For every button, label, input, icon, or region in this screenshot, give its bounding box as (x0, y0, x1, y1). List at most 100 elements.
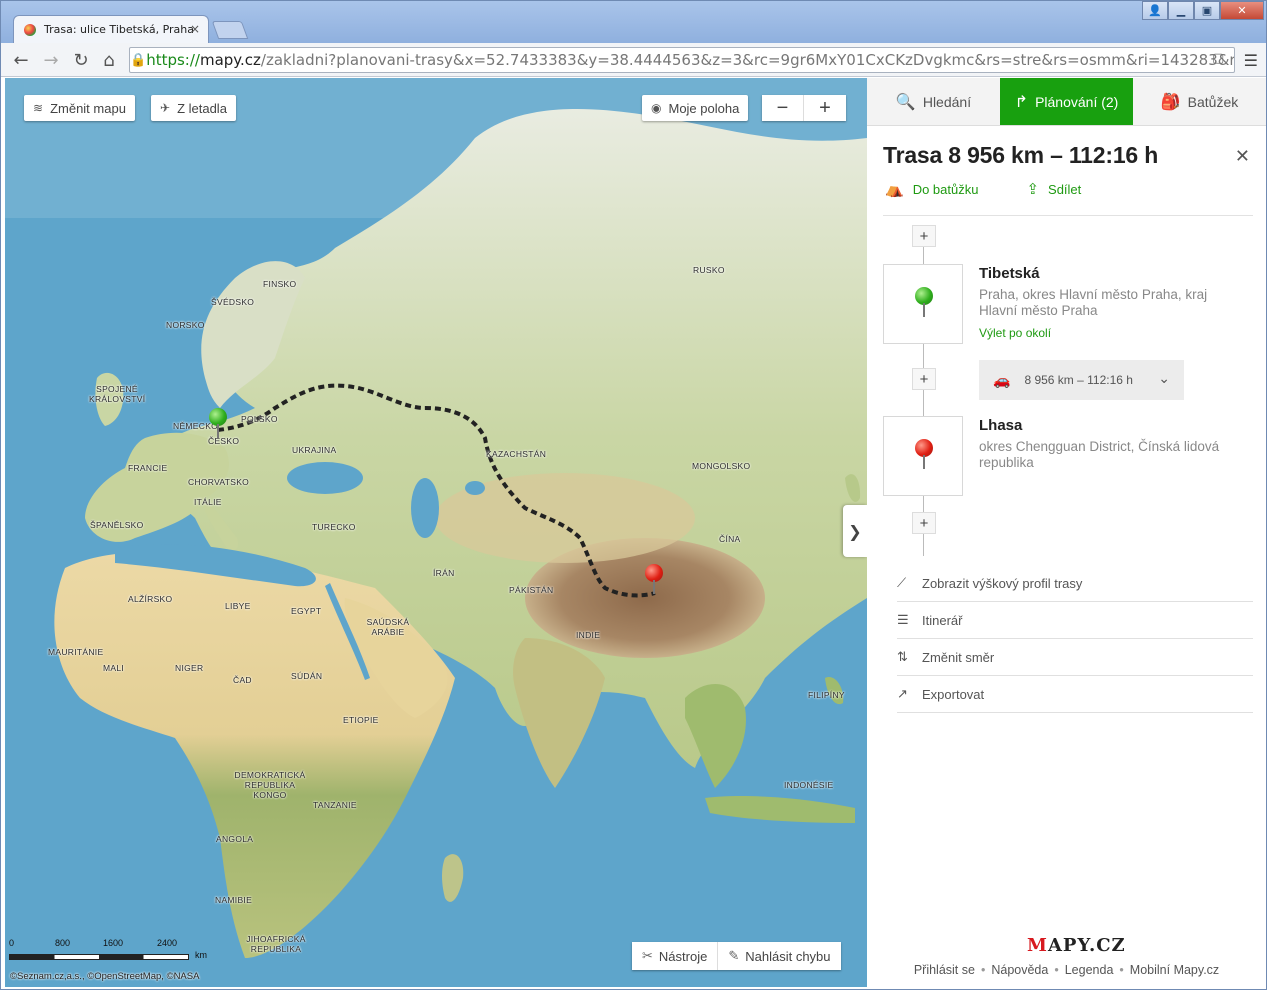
panel-tabs: 🔍 Hledání ↱ Plánování (2) 🎒 Batůžek (867, 78, 1266, 126)
side-panel: 🔍 Hledání ↱ Plánování (2) 🎒 Batůžek Tras… (867, 78, 1266, 987)
map-label: SÚDÁN (291, 671, 323, 681)
map-canvas[interactable] (5, 78, 867, 987)
tab-backpack[interactable]: 🎒 Batůžek (1133, 78, 1266, 125)
aerial-label: Z letadla (177, 100, 227, 116)
change-map-button[interactable]: ≋ Změnit mapu (24, 95, 135, 121)
map-label: INDIE (576, 630, 601, 640)
end-name: Lhasa (979, 417, 1023, 434)
car-icon: 🚗 (993, 371, 1011, 388)
tools-label: Nástroje (658, 948, 708, 964)
window-controls: 👤 ▁ ▣ ✕ (1142, 1, 1264, 21)
new-tab-button[interactable] (211, 21, 249, 39)
map-view[interactable]: RUSKO FINSKO ŠVÉDSKO NORSKO SPOJENÉ KRÁL… (5, 78, 867, 987)
share-button[interactable]: ⇪ Sdílet (1026, 180, 1081, 198)
map-label: ANGOLA (216, 834, 254, 844)
browser-tab[interactable]: Trasa: ulice Tibetská, Praha × (13, 15, 209, 43)
start-address: Praha, okres Hlavní město Praha, kraj Hl… (979, 287, 1208, 318)
map-end-pin-icon[interactable] (645, 564, 663, 598)
map-label: SPOJENÉ KRÁLOVSTVÍ (89, 384, 146, 404)
report-label: Nahlásit chybu (745, 948, 831, 964)
close-icon[interactable]: ✕ (1235, 146, 1250, 167)
route-actions: ⛺ Do batůžku ⇪ Sdílet (885, 180, 1129, 198)
tab-planning[interactable]: ↱ Plánování (2) (1000, 78, 1133, 125)
mobile-app-link[interactable]: Mobilní Mapy.cz (1130, 963, 1219, 977)
my-location-button[interactable]: ◉ Moje poloha (642, 95, 749, 121)
browser-window: Trasa: ulice Tibetská, Praha × 👤 ▁ ▣ ✕ ←… (0, 0, 1267, 990)
add-waypoint-button[interactable]: + (912, 368, 936, 390)
scale-bar-graphic (9, 954, 189, 960)
zoom-in-button[interactable]: + (804, 95, 846, 121)
add-to-backpack-button[interactable]: ⛺ Do batůžku (885, 180, 978, 198)
trip-link[interactable]: Výlet po okolí (979, 326, 1051, 340)
legend-link[interactable]: Legenda (1065, 963, 1114, 977)
add-waypoint-button[interactable]: + (912, 512, 936, 534)
export-icon: ↗ (897, 686, 908, 701)
map-label: NAMIBIE (215, 895, 253, 905)
chevron-down-icon[interactable]: ⌄ (1158, 370, 1170, 387)
map-label: MALI (103, 663, 125, 673)
menu-elevation-profile[interactable]: ⟋ Zobrazit výškový profil trasy (897, 565, 1253, 602)
maximize-button[interactable]: ▣ (1194, 1, 1220, 20)
end-point-box[interactable] (883, 416, 963, 496)
map-label: NORSKO (166, 320, 205, 330)
map-label: EGYPT (291, 606, 322, 616)
backpack-icon: 🎒 (1160, 93, 1181, 111)
menu-label: Itinerář (922, 612, 963, 628)
minimize-button[interactable]: ▁ (1168, 1, 1194, 20)
map-label: FINSKO (263, 279, 297, 289)
menu-reverse[interactable]: ⇅ Změnit směr (897, 639, 1253, 676)
reverse-icon: ⇅ (897, 649, 908, 664)
map-label: RUSKO (693, 265, 725, 275)
backpack-icon: ⛺ (885, 181, 904, 198)
tab-close-icon[interactable]: × (190, 22, 200, 36)
mapy-logo[interactable]: MAPY.CZ (1027, 935, 1126, 956)
browser-menu-icon[interactable]: ☰ (1244, 51, 1258, 70)
menu-export[interactable]: ↗ Exportovat (897, 676, 1253, 713)
segment-summary: 8 956 km – 112:16 h (1024, 373, 1133, 387)
close-window-button[interactable]: ✕ (1220, 1, 1264, 20)
menu-label: Zobrazit výškový profil trasy (922, 575, 1083, 591)
tab-search[interactable]: 🔍 Hledání (867, 78, 1000, 125)
help-link[interactable]: Nápověda (991, 963, 1048, 977)
scale-tick: 1600 (103, 938, 124, 948)
scale-tick: 0 (9, 938, 15, 948)
menu-itinerary[interactable]: ☰ Itinerář (897, 602, 1253, 639)
tools-button[interactable]: ✂ Nástroje (632, 942, 719, 970)
start-name: Tibetská (979, 265, 1040, 282)
map-label: SAÚDSKÁ ARÁBIE (366, 617, 410, 637)
start-pin-icon (915, 287, 933, 321)
reload-button[interactable]: ↻ (69, 49, 93, 71)
scale-tick: 2400 (157, 938, 178, 948)
map-label: PÁKISTÁN (509, 585, 554, 595)
map-label: LIBYE (225, 601, 251, 611)
map-label: MONGOLSKO (692, 461, 751, 471)
browser-toolbar: ← → ↻ ⌂ 🔒 https:// mapy.cz /zakladni?pla… (1, 43, 1266, 77)
lock-icon: 🔒 (130, 52, 147, 68)
login-link[interactable]: Přihlásit se (914, 963, 975, 977)
report-error-button[interactable]: ✎ Nahlásit chybu (718, 942, 840, 970)
back-button[interactable]: ← (9, 49, 33, 71)
title-bar: Trasa: ulice Tibetská, Praha × 👤 ▁ ▣ ✕ (1, 1, 1266, 43)
share-label: Sdílet (1048, 181, 1082, 197)
map-label: ITÁLIE (194, 497, 222, 507)
aerial-button[interactable]: ✈ Z letadla (151, 95, 236, 121)
map-start-pin-icon[interactable] (209, 408, 227, 442)
forward-button[interactable]: → (39, 49, 63, 71)
route-segment[interactable]: 🚗 8 956 km – 112:16 h ⌄ (979, 360, 1184, 400)
collapse-panel-chevron-icon[interactable]: ❯ (843, 505, 867, 557)
panel-footer: Přihlásit se • Nápověda • Legenda • Mobi… (913, 963, 1220, 977)
map-copyright[interactable]: ©Seznam.cz,a.s., ©OpenStreetMap, ©NASA (10, 971, 199, 982)
map-label: FRANCIE (128, 463, 168, 473)
map-label: TURECKO (312, 522, 356, 532)
route-icon: ↱ (1014, 93, 1029, 111)
page-icon[interactable]: ▢ (1212, 51, 1230, 69)
add-waypoint-button[interactable]: + (912, 225, 936, 247)
start-point-box[interactable] (883, 264, 963, 344)
zoom-out-button[interactable]: − (762, 95, 804, 121)
end-address: okres Chengguan District, Čínská lidová … (979, 439, 1220, 470)
address-bar[interactable]: 🔒 https:// mapy.cz /zakladni?planovani-t… (129, 47, 1235, 73)
home-button[interactable]: ⌂ (97, 49, 121, 71)
map-label: ČÍNA (719, 534, 741, 544)
user-icon[interactable]: 👤 (1142, 1, 1168, 20)
map-label: FILIPÍNY (808, 690, 845, 700)
